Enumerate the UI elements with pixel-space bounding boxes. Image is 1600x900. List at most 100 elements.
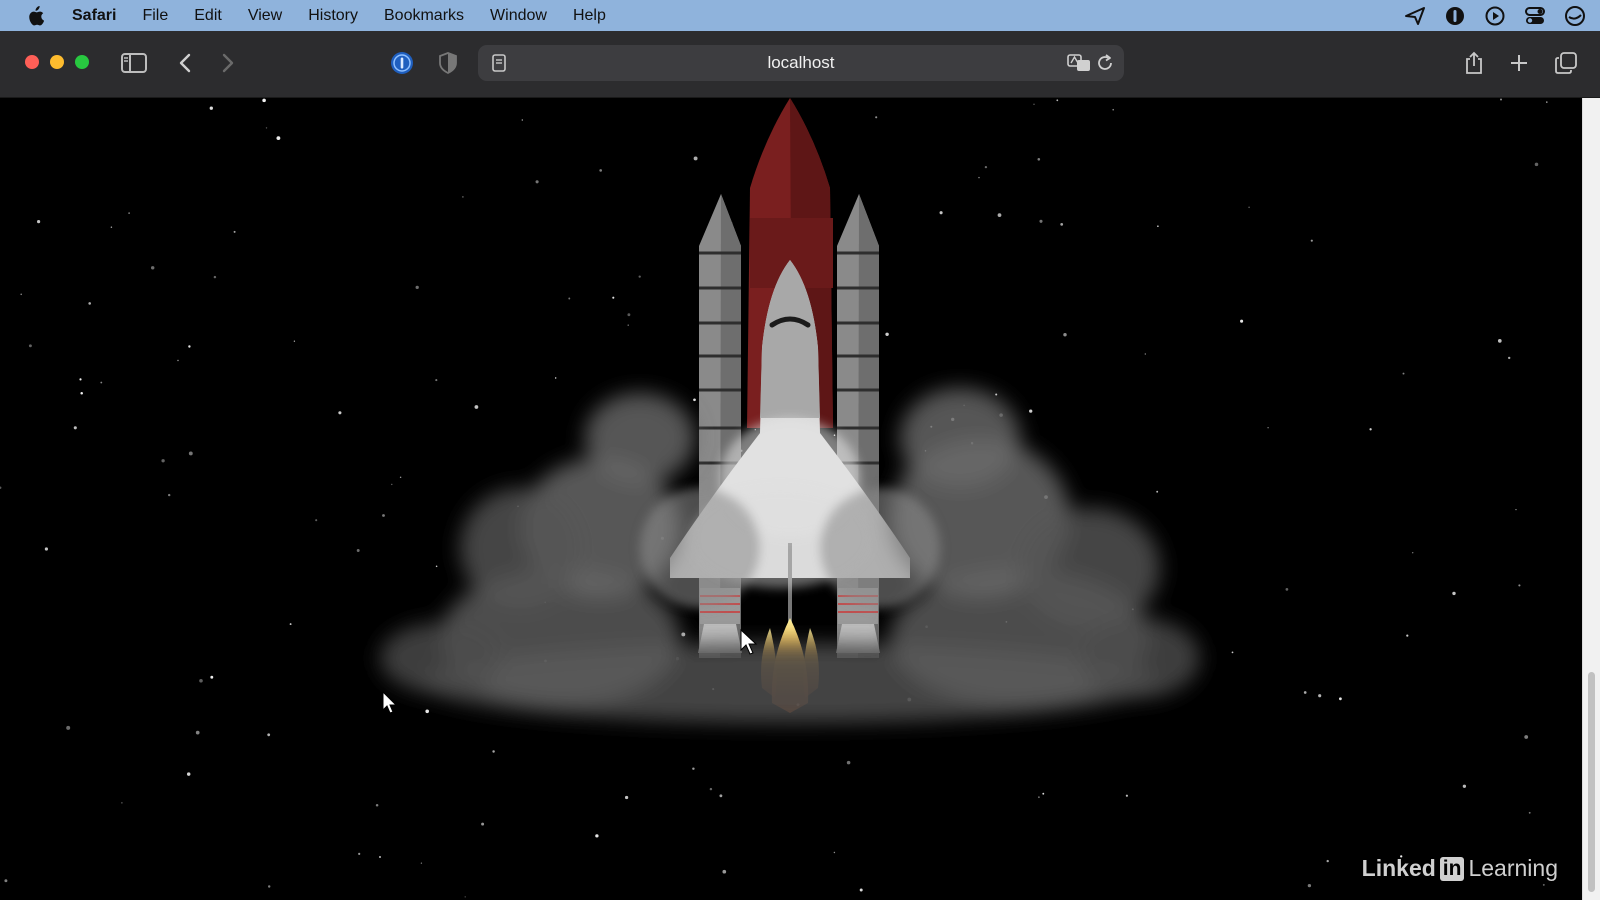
- star: [262, 98, 266, 103]
- translate-icon[interactable]: [1066, 50, 1092, 76]
- star: [425, 709, 430, 714]
- star: [833, 851, 836, 854]
- star: [984, 165, 988, 169]
- watermark-brand-badge: in: [1439, 856, 1465, 881]
- star: [1452, 591, 1456, 596]
- star: [150, 266, 155, 270]
- play-status-icon[interactable]: [1484, 5, 1506, 27]
- star: [1402, 372, 1405, 375]
- star: [1524, 735, 1529, 739]
- control-center-icon[interactable]: [1524, 6, 1546, 26]
- password-manager-status-icon[interactable]: [1444, 5, 1466, 27]
- watermark-brand-left: Linked: [1361, 855, 1436, 881]
- star: [1507, 356, 1511, 360]
- star: [535, 180, 539, 184]
- menu-window[interactable]: Window: [477, 0, 560, 31]
- star: [1037, 158, 1041, 161]
- tab-overview-icon[interactable]: [1552, 49, 1580, 77]
- menu-bar: Safari File Edit View History Bookmarks …: [0, 0, 1600, 31]
- menu-edit[interactable]: Edit: [181, 0, 235, 31]
- menu-help[interactable]: Help: [560, 0, 619, 31]
- star: [210, 675, 214, 679]
- star: [464, 896, 466, 898]
- new-tab-plus-icon[interactable]: [1505, 49, 1533, 77]
- star: [267, 733, 271, 737]
- mouse-cursor-icon: [382, 690, 398, 714]
- linkedin-learning-watermark: Linked in Learning: [1362, 855, 1558, 882]
- star: [1542, 883, 1545, 886]
- menu-history[interactable]: History: [295, 0, 371, 31]
- star: [338, 411, 342, 415]
- star: [44, 547, 48, 551]
- star: [28, 344, 32, 348]
- scrollbar-thumb[interactable]: [1588, 672, 1595, 892]
- browser-toolbar: localhost: [0, 31, 1600, 98]
- star: [199, 679, 203, 683]
- address-bar[interactable]: localhost: [478, 45, 1124, 81]
- star: [1369, 428, 1372, 431]
- send-arrow-status-icon[interactable]: [1404, 6, 1426, 26]
- star: [1310, 239, 1313, 242]
- space-shuttle-graphic: [380, 98, 1200, 723]
- star: [100, 381, 103, 384]
- star: [1326, 859, 1329, 863]
- star: [1462, 784, 1467, 788]
- reload-icon[interactable]: [1092, 50, 1118, 76]
- sidebar-toggle-icon[interactable]: [120, 49, 148, 77]
- star: [1339, 697, 1342, 701]
- star: [481, 822, 485, 826]
- star: [37, 220, 41, 224]
- star: [289, 623, 292, 626]
- star: [1267, 426, 1269, 429]
- back-chevron-icon[interactable]: [171, 49, 199, 77]
- star: [79, 378, 82, 381]
- star: [719, 794, 723, 798]
- star: [1406, 634, 1409, 637]
- window-minimize-button[interactable]: [50, 55, 64, 69]
- star: [568, 297, 571, 300]
- share-icon[interactable]: [1460, 49, 1488, 77]
- apple-menu-icon[interactable]: [25, 5, 45, 27]
- menu-view[interactable]: View: [235, 0, 295, 31]
- star: [1156, 490, 1159, 493]
- star: [188, 345, 191, 348]
- star: [692, 767, 695, 770]
- star: [1528, 811, 1531, 814]
- clock-status-icon[interactable]: [1564, 5, 1586, 27]
- star: [356, 549, 360, 552]
- menu-file[interactable]: File: [129, 0, 181, 31]
- password-extension-icon[interactable]: [388, 49, 416, 77]
- star: [379, 856, 381, 858]
- star: [474, 405, 479, 409]
- window-zoom-button[interactable]: [75, 55, 89, 69]
- star: [276, 136, 281, 141]
- star: [1157, 225, 1159, 227]
- star: [391, 483, 393, 486]
- star: [1518, 584, 1521, 587]
- forward-chevron-icon[interactable]: [214, 49, 242, 77]
- window-close-button[interactable]: [25, 55, 39, 69]
- star: [358, 852, 361, 856]
- star: [73, 426, 77, 430]
- star: [627, 324, 629, 326]
- star: [595, 834, 599, 838]
- star: [1231, 651, 1234, 654]
- star: [638, 275, 641, 278]
- menu-bookmarks[interactable]: Bookmarks: [371, 0, 477, 31]
- star: [599, 169, 603, 172]
- star: [681, 632, 686, 637]
- star: [627, 313, 631, 317]
- star: [1038, 796, 1040, 799]
- star: [1033, 103, 1035, 105]
- star: [110, 226, 113, 228]
- privacy-shield-icon[interactable]: [434, 49, 462, 77]
- star: [186, 772, 191, 776]
- star: [462, 196, 464, 198]
- star: [521, 119, 523, 121]
- star: [612, 296, 615, 299]
- star: [1144, 353, 1146, 355]
- star: [265, 127, 268, 129]
- menu-app-name[interactable]: Safari: [59, 0, 129, 31]
- url-text[interactable]: localhost: [478, 45, 1124, 81]
- star: [939, 211, 943, 215]
